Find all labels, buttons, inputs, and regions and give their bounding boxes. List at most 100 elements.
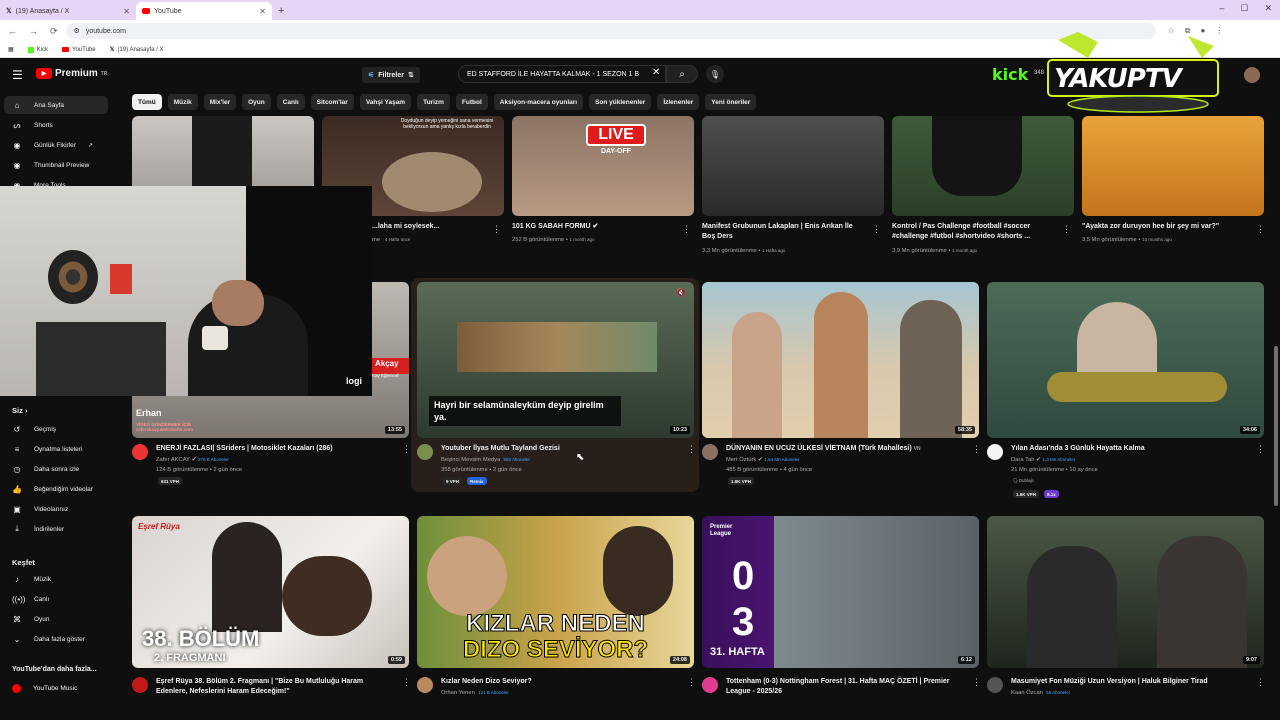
more-options-icon[interactable]: ⋮ xyxy=(972,444,981,455)
more-options-icon[interactable]: ⋮ xyxy=(972,677,981,688)
sidebar-you-heading[interactable]: Siz › xyxy=(12,406,27,415)
chip-recently-uploaded[interactable]: Son yüklenenler xyxy=(589,94,652,110)
filters-button[interactable]: ⚟ Filtreler ⇅ xyxy=(362,67,420,83)
more-options-icon[interactable]: ⋮ xyxy=(402,677,411,688)
site-info-icon[interactable]: ⚙ xyxy=(74,27,80,35)
channel-avatar[interactable] xyxy=(987,677,1003,693)
video-thumbnail[interactable]: LIVE DAY-OFF xyxy=(512,116,694,216)
new-tab-button[interactable]: + xyxy=(272,2,290,20)
close-tab-icon[interactable]: ✕ xyxy=(259,7,266,16)
sidebar-item-music[interactable]: ♪ Müzik xyxy=(4,570,108,588)
chip-new-to-you[interactable]: Yeni öneriler xyxy=(705,94,757,110)
search-button[interactable]: ⌕ xyxy=(666,65,698,83)
back-icon[interactable]: ← xyxy=(8,26,17,37)
maximize-icon[interactable]: ☐ xyxy=(1240,3,1248,14)
chip-tourism[interactable]: Turizm xyxy=(417,94,450,110)
video-title[interactable]: DÜNYANIN EN UCUZ ÜLKESİ VİETNAM (Türk Ma… xyxy=(726,444,966,454)
voice-search-button[interactable]: 🎙 xyxy=(706,65,724,83)
video-thumbnail[interactable] xyxy=(892,116,1074,216)
chip-music[interactable]: Müzik xyxy=(167,94,198,110)
chip-live[interactable]: Canlı xyxy=(276,94,305,110)
video-title[interactable]: Eşref Rüya 38. Bölüm 2. Fragmanı | "Bize… xyxy=(156,677,396,697)
sidebar-item-gunluk-fikirler[interactable]: ◉ Günlük Fikirler ↗ xyxy=(4,136,108,154)
channel-name[interactable]: Zafer AKCAY xyxy=(156,457,190,463)
bookmark-youtube[interactable]: YouTube xyxy=(62,47,96,53)
video-title[interactable]: Manifest Grubunun Lakapları | Enis Arıka… xyxy=(702,222,867,242)
video-thumbnail[interactable] xyxy=(1082,116,1264,216)
more-options-icon[interactable]: ⋮ xyxy=(682,224,691,235)
close-window-icon[interactable]: ✕ xyxy=(1264,3,1272,14)
sidebar-item-youtube-music[interactable]: YouTube Music xyxy=(4,679,108,697)
channel-name[interactable]: Mert Öztürk xyxy=(726,457,756,463)
channel-avatar[interactable] xyxy=(132,444,148,460)
video-thumbnail-preview[interactable]: Hayri bir selamünaleyküm deyip girelim y… xyxy=(417,282,694,438)
video-title[interactable]: Kızlar Neden Dizo Seviyor? xyxy=(441,677,671,687)
channel-avatar[interactable] xyxy=(132,677,148,693)
video-title[interactable]: Masumiyet Fon Müziği Uzun Versiyon | Hal… xyxy=(1011,677,1251,687)
video-title[interactable]: Youtuber İlyas Mutlu Tayland Gezisi xyxy=(441,444,671,454)
browser-tab-youtube[interactable]: YouTube ✕ xyxy=(136,2,272,20)
chip-gaming[interactable]: Oyun xyxy=(242,94,271,110)
sidebar-item-live[interactable]: ((•)) Canlı xyxy=(4,590,108,608)
reload-icon[interactable]: ⟳ xyxy=(50,26,58,37)
minimize-icon[interactable]: – xyxy=(1219,3,1224,14)
more-options-icon[interactable]: ⋮ xyxy=(492,224,501,235)
forward-icon[interactable]: → xyxy=(29,26,38,37)
more-options-icon[interactable]: ⋮ xyxy=(1256,444,1265,455)
more-options-icon[interactable]: ⋮ xyxy=(402,444,411,455)
sidebar-show-more[interactable]: ⌄ Daha fazla göster xyxy=(4,630,108,648)
sidebar-item-gaming[interactable]: ⌘ Oyun xyxy=(4,610,108,628)
video-thumbnail[interactable]: 9:07 xyxy=(987,516,1264,668)
video-thumbnail[interactable]: 34:06 xyxy=(987,282,1264,438)
more-options-icon[interactable]: ⋮ xyxy=(1256,224,1265,235)
more-options-icon[interactable]: ⋮ xyxy=(687,444,696,455)
channel-avatar[interactable] xyxy=(417,444,433,460)
channel-name[interactable]: Orhan Yenen xyxy=(441,690,475,696)
channel-avatar[interactable] xyxy=(987,444,1003,460)
sidebar-item-downloads[interactable]: ⤓ İndirilenler xyxy=(4,520,108,538)
video-thumbnail[interactable]: Eşref Rüya 38. BÖLÜM 2. FRAGMANI 0:59 xyxy=(132,516,409,668)
video-thumbnail[interactable] xyxy=(702,116,884,216)
chip-action-adventure[interactable]: Aksiyon-macera oyunları xyxy=(493,94,584,110)
more-options-icon[interactable]: ⋮ xyxy=(1256,677,1265,688)
channel-name[interactable]: Dara Tah xyxy=(1011,457,1034,463)
close-tab-icon[interactable]: ✕ xyxy=(123,7,130,16)
video-thumbnail[interactable]: KIZLAR NEDEN DIZO SEVİYOR? 24:08 xyxy=(417,516,694,668)
more-options-icon[interactable]: ⋮ xyxy=(872,224,881,235)
sidebar-item-your-videos[interactable]: ▣ Videolarınız xyxy=(4,500,108,518)
chip-all[interactable]: Tümü xyxy=(132,94,162,110)
video-title[interactable]: "Ayakta zor duruyon hee bir şey mi var?" xyxy=(1082,222,1250,232)
video-thumbnail[interactable]: Premier League 0 3 31. HAFTA 6:12 xyxy=(702,516,979,668)
chip-football[interactable]: Futbol xyxy=(455,94,488,110)
channel-avatar[interactable] xyxy=(702,677,718,693)
channel-avatar[interactable] xyxy=(702,444,718,460)
chip-wildlife[interactable]: Vahşi Yaşam xyxy=(359,94,412,110)
video-thumbnail[interactable]: 58:35 xyxy=(702,282,979,438)
channel-name[interactable]: Kaan Özcan xyxy=(1011,690,1043,696)
video-title[interactable]: Yılan Adası'nda 3 Günlük Hayatta Kalma xyxy=(1011,444,1251,454)
video-title[interactable]: 101 KG SABAH FORMU ✔ xyxy=(512,222,672,232)
video-title[interactable]: ...laha mi soylesek... xyxy=(372,222,484,232)
sidebar-item-liked[interactable]: 👍 Beğendiğim videolar xyxy=(4,480,108,498)
chip-watched[interactable]: İzlenenler xyxy=(657,94,700,110)
chip-mixes[interactable]: Mix'ler xyxy=(203,94,237,110)
account-avatar[interactable] xyxy=(1244,67,1260,83)
chip-sitcoms[interactable]: Sitcom'lar xyxy=(310,94,354,110)
more-options-icon[interactable]: ⋮ xyxy=(1062,224,1071,235)
sidebar-item-thumbnail-preview[interactable]: ◉ Thumbnail Preview xyxy=(4,156,108,174)
sidebar-item-history[interactable]: ↺ Geçmiş xyxy=(4,420,108,438)
hamburger-menu-icon[interactable]: ☰ xyxy=(12,68,23,82)
video-title[interactable]: ENERJİ FAZLASI| SSriders | Motosiklet Ka… xyxy=(156,444,396,454)
sidebar-item-home[interactable]: ⌂ Ana Sayfa xyxy=(4,96,108,114)
page-scrollbar[interactable] xyxy=(1274,346,1278,506)
channel-avatar[interactable] xyxy=(417,677,433,693)
bookmark-x[interactable]: 𝕏 (19) Anasayfa / X xyxy=(110,46,164,54)
sidebar-item-watch-later[interactable]: ◷ Daha sonra izle xyxy=(4,460,108,478)
channel-name[interactable]: Beşinci Mevsim Medya xyxy=(441,457,500,463)
more-options-icon[interactable]: ⋮ xyxy=(687,677,696,688)
youtube-premium-logo[interactable]: ▶ Premium TR xyxy=(36,68,107,79)
search-input[interactable]: ED STAFFORD İLE HAYATTA KALMAK - 1 SEZON… xyxy=(458,65,666,83)
sidebar-item-playlists[interactable]: ≡ Oynatma listeleri xyxy=(4,440,108,458)
bookmark-kick[interactable]: Kick xyxy=(27,46,48,53)
browser-tab-x[interactable]: 𝕏 (19) Anasayfa / X ✕ xyxy=(0,2,136,20)
